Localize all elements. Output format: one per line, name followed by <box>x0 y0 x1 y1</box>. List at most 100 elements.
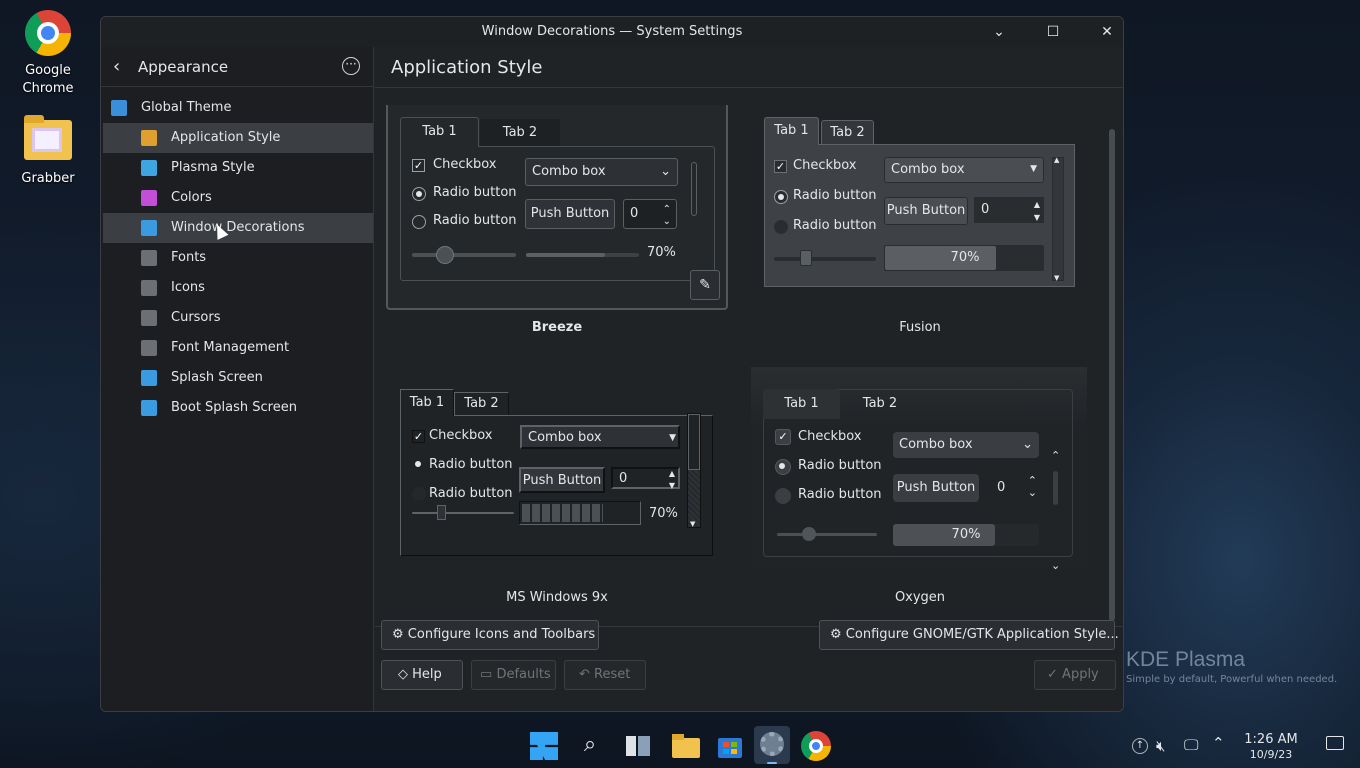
desktop-icon-label: Grabber <box>21 171 75 186</box>
sidebar-item-plasma-style[interactable]: Plasma Style <box>103 153 373 183</box>
sidebar-item-label: Plasma Style <box>171 160 255 175</box>
sidebar-item-label: Font Management <box>171 340 290 355</box>
scrollbar[interactable] <box>1109 129 1115 621</box>
sidebar-item-window-decorations[interactable]: Window Decorations <box>103 213 373 243</box>
sidebar-item-label: Cursors <box>171 310 221 325</box>
scroll-down-icon: ▼ <box>690 520 696 528</box>
more-options-icon[interactable]: ··· <box>342 57 360 75</box>
radio-label: Radio button <box>793 218 877 233</box>
slider-track <box>412 512 514 514</box>
network-icon[interactable]: 🖵 <box>1184 736 1198 754</box>
clock[interactable]: 1:26 AM 10/9/23 <box>1236 732 1306 762</box>
sidebar-item-splash-screen[interactable]: Splash Screen <box>103 363 373 393</box>
style-card-oxygen[interactable]: Tab 1 Tab 2 ✓ Checkbox Radio button Radi… <box>751 367 1087 572</box>
sidebar-item-icons[interactable]: Icons <box>103 273 373 303</box>
push-button: Push Button <box>525 199 615 229</box>
style-name: MS Windows 9x <box>506 590 608 605</box>
task-view-icon[interactable] <box>622 730 654 762</box>
reset-button[interactable]: ↶ Reset <box>564 660 646 690</box>
notifications-icon[interactable] <box>1326 736 1344 750</box>
title-bar[interactable]: Window Decorations — System Settings <box>101 17 1123 47</box>
progress-label: 70% <box>950 250 980 265</box>
folder-icon <box>24 115 72 160</box>
radio-label: Radio button <box>798 487 882 502</box>
window-decorations-icon <box>141 220 157 236</box>
spin-down-icon: ⌄ <box>662 216 671 227</box>
checkbox-label: Checkbox <box>793 158 857 173</box>
sidebar-item-label: Window Decorations <box>171 220 305 235</box>
sidebar-item-colors[interactable]: Colors <box>103 183 373 213</box>
slider-track <box>774 257 876 261</box>
font-management-icon <box>141 340 157 356</box>
sidebar-item-label: Fonts <box>171 250 207 265</box>
slider-handle <box>802 527 816 541</box>
desktop-icon-chrome[interactable]: Google Chrome <box>2 10 94 98</box>
scroll-up-icon: ▲ <box>1054 156 1060 164</box>
chrome-icon[interactable] <box>800 730 832 762</box>
file-explorer-icon[interactable] <box>670 730 702 762</box>
progress-label: 70% <box>951 527 981 542</box>
style-card-windows9x[interactable]: Tab 1 Tab 2 ✓ Checkbox Radio button Radi… <box>399 388 713 556</box>
sidebar-header: ‹ Appearance ··· <box>101 47 373 87</box>
style-card-fusion[interactable]: Tab 1 Tab 2 ✓ Checkbox Radio button Radi… <box>762 117 1075 302</box>
tab-1: Tab 1 <box>764 117 819 145</box>
defaults-button[interactable]: ▭ Defaults <box>471 660 556 690</box>
sidebar-item-cursors[interactable]: Cursors <box>103 303 373 333</box>
minimize-button[interactable]: ⌄ <box>985 21 1013 43</box>
style-name: Breeze <box>531 320 583 335</box>
sidebar-item-fonts[interactable]: Fonts <box>103 243 373 273</box>
sidebar-item-label: Global Theme <box>141 100 232 115</box>
taskbar: ⌕ ↑ 🔇︎ 🖵 ⌃ 1:26 AM 10/9/23 <box>0 724 1360 768</box>
chevron-down-icon: ▼ <box>669 433 676 443</box>
close-button[interactable]: ✕ <box>1093 21 1121 43</box>
maximize-icon: ☐ <box>1046 24 1060 40</box>
progress-bar <box>519 501 641 525</box>
kde-watermark: KDE Plasma Simple by default, Powerful w… <box>1126 648 1337 685</box>
sidebar-item-boot-splash-screen[interactable]: Boot Splash Screen <box>103 393 373 423</box>
desktop-icon-grabber[interactable]: Grabber <box>2 115 94 188</box>
desktop-icon-label: Google Chrome <box>22 63 74 96</box>
apply-button[interactable]: ✓ Apply <box>1034 660 1116 690</box>
main-panel: Application Style Tab 1 Tab 2 ✓ Checkbox… <box>375 47 1123 711</box>
radio-label: Radio button <box>798 458 882 473</box>
radio-on <box>412 187 426 201</box>
checkbox-label: Checkbox <box>429 428 493 443</box>
sidebar-item-global-theme[interactable]: Global Theme <box>103 93 373 123</box>
push-button: Push Button <box>893 474 979 502</box>
tab-2: Tab 2 <box>862 396 898 411</box>
search-icon[interactable]: ⌕ <box>574 730 606 762</box>
start-icon[interactable] <box>528 730 560 762</box>
back-button[interactable]: ‹ <box>113 56 120 77</box>
slider-handle <box>436 246 454 264</box>
chevron-up-icon[interactable]: ⌃ <box>1212 734 1225 752</box>
style-card-breeze[interactable]: Tab 1 Tab 2 ✓ Checkbox Radio button Radi… <box>386 105 728 310</box>
pencil-icon[interactable]: ✎ <box>690 270 720 300</box>
radio-label: Radio button <box>433 185 517 200</box>
radio-on <box>775 459 791 475</box>
scroll-down-icon: ▼ <box>1054 274 1060 282</box>
progress-fill <box>522 504 604 522</box>
sidebar-item-font-management[interactable]: Font Management <box>103 333 373 363</box>
progress-label: 70% <box>647 245 676 260</box>
system-settings-icon[interactable] <box>754 726 790 764</box>
sidebar-item-label: Application Style <box>171 130 281 145</box>
radio-label: Radio button <box>433 213 517 228</box>
sidebar-item-application-style[interactable]: Application Style <box>103 123 373 153</box>
tab-2: Tab 2 <box>480 119 560 147</box>
maximize-button[interactable]: ☐ <box>1039 21 1067 43</box>
kde-tagline: Simple by default, Powerful when needed. <box>1126 674 1338 685</box>
configure-icons-button[interactable]: ⚙ Configure Icons and Toolbars <box>381 620 599 650</box>
mini-scrollbar: ▼ <box>687 413 701 528</box>
configure-gtk-button[interactable]: ⚙ Configure GNOME/GTK Application Style.… <box>819 620 1119 650</box>
update-icon[interactable]: ↑ <box>1132 738 1148 754</box>
slider-handle <box>437 505 446 520</box>
volume-muted-icon[interactable]: 🔇︎ <box>1156 737 1165 755</box>
store-icon[interactable] <box>714 730 746 762</box>
radio-on <box>412 458 426 472</box>
help-button[interactable]: ◇ Help <box>381 660 463 690</box>
tab-2: Tab 2 <box>821 120 874 145</box>
global-theme-icon <box>111 100 127 116</box>
date: 10/9/23 <box>1249 748 1293 761</box>
spin-box: 0 ⌃ ⌄ <box>991 474 1039 502</box>
sidebar-item-label: Boot Splash Screen <box>171 400 297 415</box>
